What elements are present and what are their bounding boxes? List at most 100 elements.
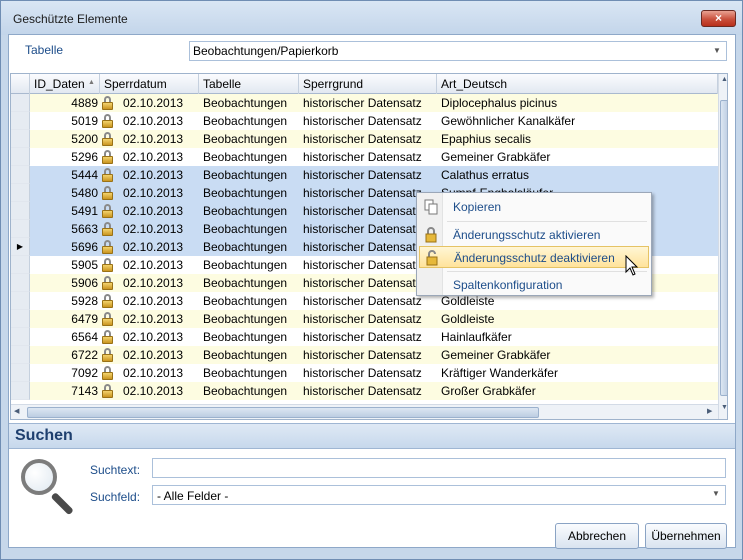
horizontal-scroll-thumb[interactable] (27, 407, 539, 418)
search-text-label: Suchtext: (90, 463, 141, 477)
lock-icon (102, 330, 113, 344)
cell-table: Beobachtungen (203, 240, 288, 254)
row-indicator[interactable] (11, 130, 30, 148)
search-text-input[interactable] (152, 458, 726, 478)
column-header-sperrdatum[interactable]: Sperrdatum (100, 74, 199, 94)
cell-reason: historischer Datensatz (303, 366, 422, 380)
close-button[interactable]: × (701, 10, 736, 27)
cell-reason: historischer Datensatz (303, 168, 422, 182)
menu-item-label: Kopieren (453, 200, 502, 214)
column-header-id[interactable]: ID_Daten ▲ (30, 74, 100, 94)
row-indicator[interactable] (11, 220, 30, 238)
cell-art: Kräftiger Wanderkäfer (441, 366, 558, 380)
cell-table: Beobachtungen (203, 114, 288, 128)
search-title: Suchen (15, 427, 73, 444)
lock-icon (102, 276, 113, 290)
cell-art: Diplocephalus picinus (441, 96, 558, 110)
row-indicator[interactable]: ▶ (11, 238, 30, 256)
vertical-scroll-thumb[interactable] (720, 100, 727, 396)
row-indicator[interactable] (11, 202, 30, 220)
scroll-up-icon[interactable]: ▲ (720, 76, 727, 86)
row-indicator[interactable] (11, 364, 30, 382)
menu-item-unlock[interactable]: Änderungsschutz deaktivieren (419, 246, 649, 268)
cell-date: 02.10.2013 (123, 330, 184, 344)
search-field-select[interactable]: - Alle Felder - ▼ (152, 485, 726, 505)
table-row[interactable]: 4889 02.10.2013 Beobachtungen historischer … (11, 94, 718, 112)
chevron-down-icon[interactable]: ▼ (710, 44, 724, 58)
scroll-left-icon[interactable]: ◀ (14, 407, 24, 415)
row-indicator[interactable] (11, 166, 30, 184)
column-header-tabelle[interactable]: Tabelle (199, 74, 299, 94)
column-header-art-deutsch[interactable]: Art_Deutsch (437, 74, 718, 94)
cell-id: 7092 (71, 366, 98, 380)
cell-table: Beobachtungen (203, 96, 288, 110)
cell-table: Beobachtungen (203, 384, 288, 398)
cell-reason: historischer Datensatz (303, 276, 422, 290)
cell-art: Goldleiste (441, 294, 495, 308)
table-row[interactable]: 5444 02.10.2013 Beobachtungen historischer … (11, 166, 718, 184)
lock-icon (102, 348, 113, 362)
lock-icon (102, 366, 113, 380)
context-menu: Kopieren Änderungsschutz aktivieren Ände… (416, 192, 652, 296)
title-bar[interactable]: Geschützte Elemente × (1, 1, 742, 35)
row-indicator[interactable] (11, 148, 30, 166)
cell-reason: historischer Datensatz (303, 294, 422, 308)
row-indicator[interactable] (11, 346, 30, 364)
table-row[interactable]: 7143 02.10.2013 Beobachtungen historischer … (11, 382, 718, 400)
column-header-label: Art_Deutsch (441, 77, 508, 91)
row-indicator[interactable] (11, 94, 30, 112)
cell-id: 5905 (71, 258, 98, 272)
row-indicator[interactable] (11, 382, 30, 400)
vertical-scrollbar[interactable]: ▲ ▼ (718, 74, 727, 419)
cell-id: 7143 (71, 384, 98, 398)
table-row[interactable]: 6479 02.10.2013 Beobachtungen historischer … (11, 310, 718, 328)
table-row[interactable]: 7092 02.10.2013 Beobachtungen historischer … (11, 364, 718, 382)
table-row[interactable]: 5296 02.10.2013 Beobachtungen historischer … (11, 148, 718, 166)
cell-table: Beobachtungen (203, 204, 288, 218)
row-indicator[interactable] (11, 112, 30, 130)
search-section-header: Suchen (9, 423, 735, 449)
lock-icon (102, 258, 113, 272)
sort-ascending-icon: ▲ (88, 79, 95, 86)
menu-item-column-config[interactable]: Spaltenkonfiguration (419, 274, 649, 296)
cancel-button-label: Abbrechen (567, 529, 627, 543)
column-header-sperrgrund[interactable]: Sperrgrund (299, 74, 437, 94)
cell-art: Gemeiner Grabkäfer (441, 150, 551, 164)
table-filter-combo[interactable]: Beobachtungen/Papierkorb ▼ (189, 41, 727, 61)
table-row[interactable]: 6564 02.10.2013 Beobachtungen historischer … (11, 328, 718, 346)
cell-art: Epaphius secalis (441, 132, 532, 146)
row-indicator[interactable] (11, 256, 30, 274)
scroll-down-icon[interactable]: ▼ (720, 404, 727, 414)
row-indicator[interactable] (11, 184, 30, 202)
cell-reason: historischer Datensatz (303, 132, 422, 146)
cell-id: 5906 (71, 276, 98, 290)
row-indicator[interactable] (11, 310, 30, 328)
menu-item-lock[interactable]: Änderungsschutz aktivieren (419, 224, 649, 246)
menu-item-copy[interactable]: Kopieren (419, 196, 649, 218)
cell-reason: historischer Datensatz (303, 114, 422, 128)
cell-table: Beobachtungen (203, 168, 288, 182)
row-indicator[interactable] (11, 274, 30, 292)
copy-icon (424, 199, 438, 215)
menu-item-label: Spaltenkonfiguration (453, 278, 563, 292)
cancel-button[interactable]: Abbrechen (555, 523, 639, 549)
search-field-value: - Alle Felder - (157, 489, 229, 503)
scroll-right-icon[interactable]: ▶ (707, 407, 717, 415)
cell-table: Beobachtungen (203, 312, 288, 326)
lock-icon (102, 222, 113, 236)
cell-id: 5663 (71, 222, 98, 236)
cell-date: 02.10.2013 (123, 240, 184, 254)
accept-button[interactable]: Übernehmen (645, 523, 727, 549)
table-row[interactable]: 5200 02.10.2013 Beobachtungen historischer … (11, 130, 718, 148)
row-indicator[interactable] (11, 292, 30, 310)
row-indicator[interactable] (11, 328, 30, 346)
table-row[interactable]: 6722 02.10.2013 Beobachtungen historischer … (11, 346, 718, 364)
cell-reason: historischer Datensatz (303, 312, 422, 326)
cell-table: Beobachtungen (203, 330, 288, 344)
cell-date: 02.10.2013 (123, 348, 184, 362)
cell-date: 02.10.2013 (123, 96, 184, 110)
horizontal-scrollbar[interactable]: ◀ ▶ (11, 404, 718, 419)
grid-header: ID_Daten ▲ Sperrdatum Tabelle Sperrgrund… (11, 74, 727, 94)
table-row[interactable]: 5019 02.10.2013 Beobachtungen historischer … (11, 112, 718, 130)
chevron-down-icon[interactable]: ▼ (709, 489, 723, 498)
